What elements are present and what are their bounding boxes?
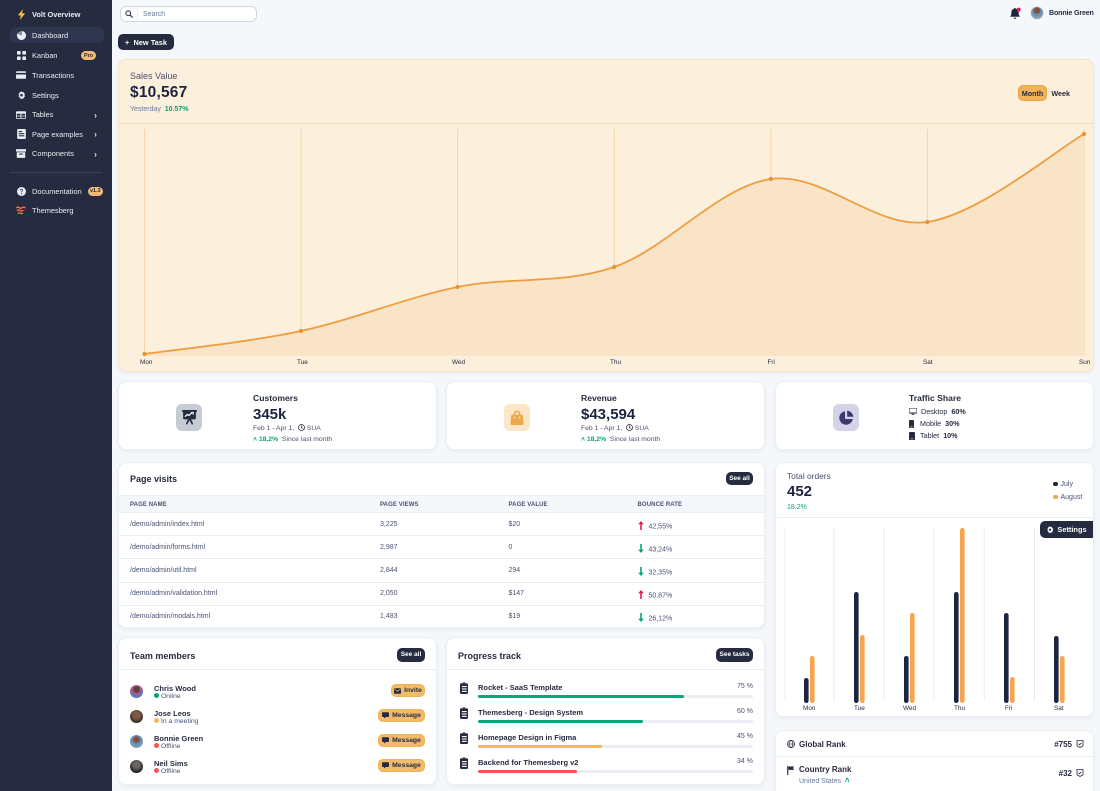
svg-text:Sat: Sat [1054,705,1064,712]
svg-text:Sat: Sat [923,359,933,366]
svg-text:Sun: Sun [1079,359,1091,366]
svg-text:Tue: Tue [854,705,865,712]
svg-text:Mon: Mon [803,705,816,712]
svg-text:Tue: Tue [297,359,308,366]
svg-text:Wed: Wed [903,705,916,712]
svg-text:Thu: Thu [610,359,621,366]
svg-text:Thu: Thu [954,705,965,712]
svg-text:Fri: Fri [1005,705,1012,712]
svg-text:Wed: Wed [452,359,465,366]
svg-text:Mon: Mon [140,359,153,366]
svg-text:Fri: Fri [768,359,775,366]
